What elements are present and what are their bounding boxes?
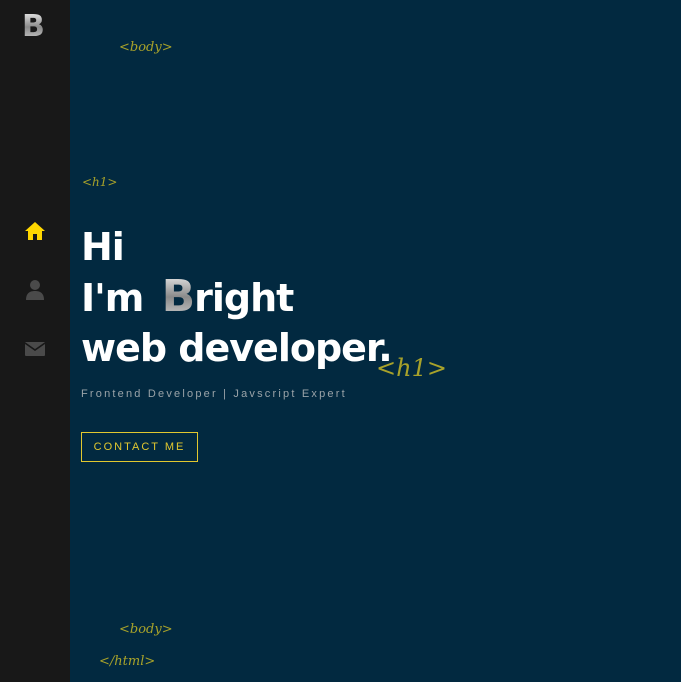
html-close-tag: </html> [99, 654, 156, 669]
h1-open-tag: <h1> [82, 175, 118, 189]
headline-logo-letter: B [161, 271, 196, 322]
hero-subtitle: Frontend Developer | Javscript Expert [81, 388, 347, 400]
headline-prefix: I'm [81, 276, 144, 320]
body-open-tag: <body> [119, 40, 173, 55]
nav-home-icon[interactable] [23, 219, 47, 243]
nav-about-icon[interactable] [23, 278, 47, 302]
headline-line-2: I'm Bright [81, 272, 392, 323]
sidebar: B [0, 0, 70, 682]
envelope-icon [25, 342, 45, 356]
h1-close-tag: <h1> [376, 354, 447, 382]
headline-line-3: web developer. [81, 326, 393, 370]
headline-line-1: Hi [81, 225, 125, 269]
main-content: <body> <h1> Hi I'm Bright web developer.… [70, 0, 681, 682]
contact-me-button[interactable]: CONTACT ME [81, 432, 198, 462]
body-close-tag: <body> [119, 622, 173, 637]
brand-logo[interactable]: B [22, 12, 48, 42]
nav-contact-icon[interactable] [23, 337, 47, 361]
user-icon [26, 280, 44, 300]
hero-headline: Hi I'm Bright web developer. [81, 222, 393, 373]
headline-suffix: right [194, 276, 294, 320]
home-icon [25, 222, 45, 240]
